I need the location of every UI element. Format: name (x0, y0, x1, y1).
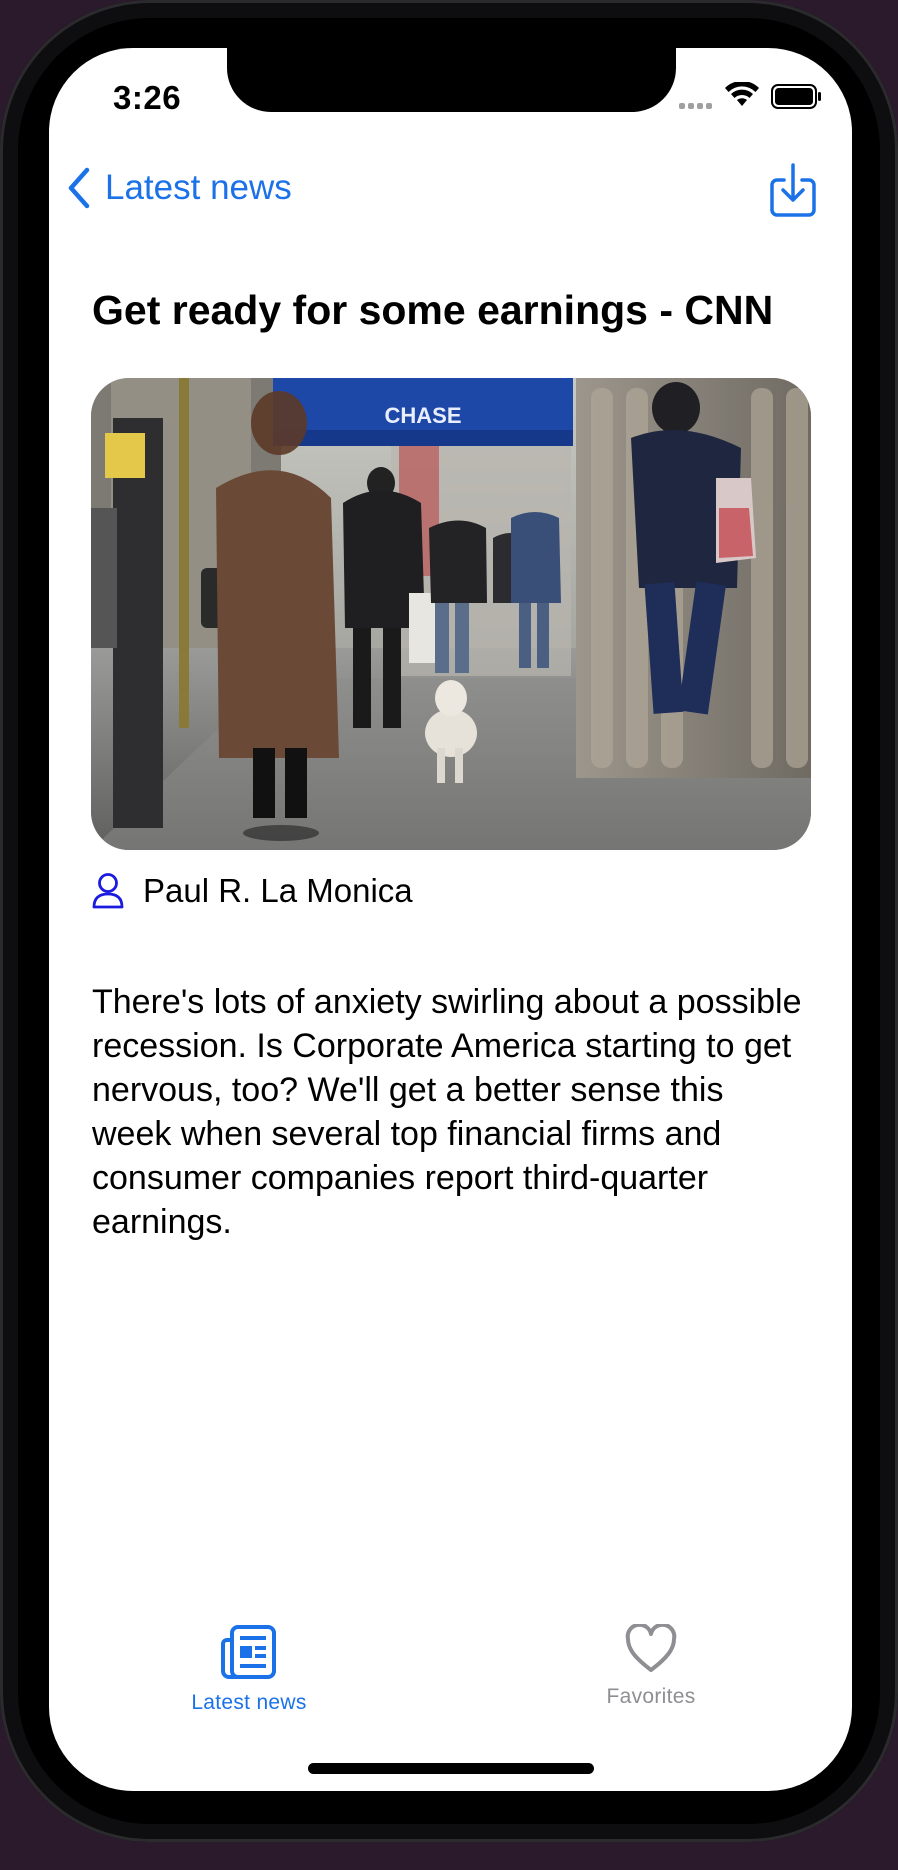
chevron-left-icon (68, 167, 90, 209)
share-button[interactable] (769, 162, 817, 223)
status-icons (679, 82, 839, 118)
home-indicator[interactable] (308, 1763, 594, 1774)
navigation-bar: Latest news (49, 158, 852, 228)
article-body: There's lots of anxiety swirling about a… (92, 983, 802, 1241)
notch (227, 48, 676, 112)
tab-favorites[interactable]: Favorites (551, 1622, 751, 1709)
author-name: Paul R. La Monica (143, 872, 413, 909)
phone-frame: 3:26 Latest news Get ready for some earn… (0, 0, 898, 1842)
cellular-signal-icon (679, 96, 715, 114)
article-image: CHASE (91, 378, 811, 850)
person-icon (92, 873, 124, 909)
tab-latest-news-label: Latest news (191, 1691, 307, 1714)
newspaper-icon (221, 1625, 276, 1679)
author-row: Paul R. La Monica (91, 872, 413, 910)
battery-icon (771, 84, 821, 109)
app-screen: 3:26 Latest news Get ready for some earn… (49, 48, 852, 1791)
back-button[interactable]: Latest news (65, 166, 292, 210)
tab-bar: Latest news Favorites (49, 1622, 852, 1744)
heart-icon (625, 1622, 677, 1672)
back-button-label: Latest news (105, 168, 292, 207)
tab-latest-news[interactable]: Latest news (149, 1624, 349, 1715)
share-download-icon (770, 163, 816, 217)
article-title: Get ready for some earnings - CNN (92, 287, 774, 333)
chase-sign-text: CHASE (384, 403, 461, 428)
street-photo: CHASE (91, 378, 811, 850)
wifi-icon (725, 82, 759, 106)
tab-favorites-label: Favorites (606, 1685, 696, 1708)
status-time: 3:26 (113, 79, 182, 116)
